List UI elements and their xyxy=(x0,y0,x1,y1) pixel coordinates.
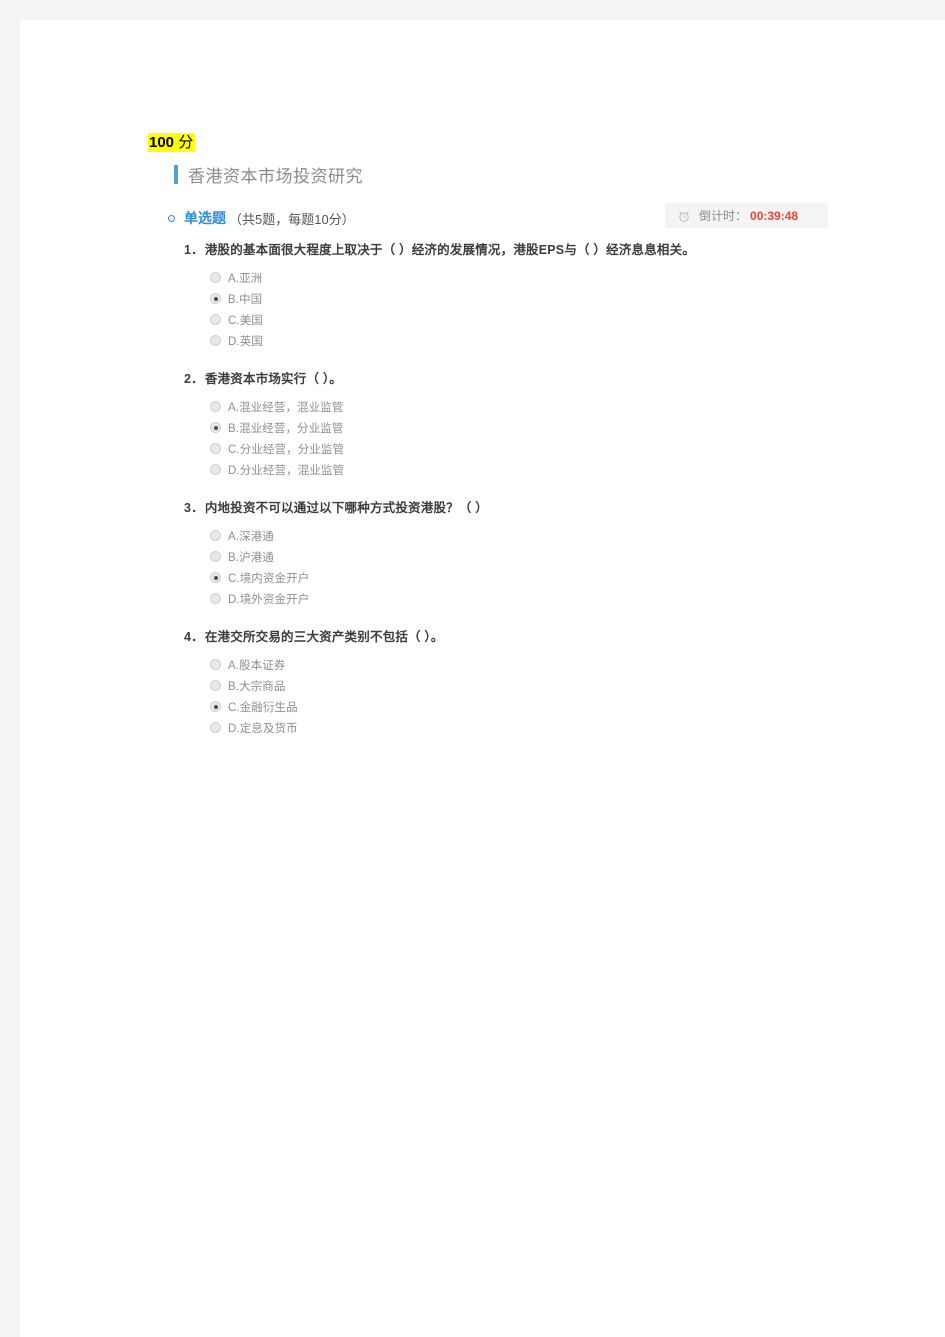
question-number: 3． xyxy=(184,501,204,515)
radio-button-icon[interactable] xyxy=(210,593,221,604)
circle-bullet-icon xyxy=(168,214,175,222)
option-row[interactable]: C.金融衍生品 xyxy=(210,696,884,717)
option-row[interactable]: B.沪港通 xyxy=(210,546,884,567)
radio-button-selected-icon[interactable] xyxy=(210,293,221,304)
option-label: C.美国 xyxy=(228,314,263,327)
page-title: 香港资本市场投资研究 xyxy=(174,161,363,187)
option-row[interactable]: A.股本证券 xyxy=(210,654,884,675)
option-group: A.深港通 B.沪港通 C.境内资金开户 D.境外资金开户 xyxy=(184,525,884,609)
radio-button-icon[interactable] xyxy=(210,443,221,454)
question-block: 3．内地投资不可以通过以下哪种方式投资港股？（ ） A.深港通 B.沪港通 C.境内资… xyxy=(184,499,884,609)
question-number: 4． xyxy=(184,630,204,644)
option-group: A.股本证券 B.大宗商品 C.金融衍生品 D.定息及货币 xyxy=(184,654,884,738)
timer-value: 00:39:48 xyxy=(750,208,799,223)
option-row[interactable]: C.分业经营，分业监管 xyxy=(210,438,884,459)
option-label: D.英国 xyxy=(228,335,263,348)
option-row[interactable]: C.美国 xyxy=(210,309,884,330)
section-meta: （共5题，每题10分） xyxy=(229,211,355,227)
option-row[interactable]: B.混业经营，分业监管 xyxy=(210,417,884,438)
option-label: B.混业经营，分业监管 xyxy=(228,422,344,435)
score-unit: 分 xyxy=(174,133,196,152)
option-label: D.境外资金开户 xyxy=(228,593,310,606)
radio-button-icon[interactable] xyxy=(210,722,221,733)
option-row[interactable]: B.中国 xyxy=(210,288,884,309)
option-label: C.分业经营，分业监管 xyxy=(228,443,345,456)
option-row[interactable]: D.分业经营，混业监管 xyxy=(210,459,884,480)
option-label: A.混业经营，混业监管 xyxy=(228,401,344,414)
question-text: 内地投资不可以通过以下哪种方式投资港股？（ ） xyxy=(204,501,488,515)
radio-button-selected-icon[interactable] xyxy=(210,701,221,712)
option-label: B.中国 xyxy=(228,293,263,306)
option-label: D.分业经营，混业监管 xyxy=(228,464,345,477)
option-label: C.境内资金开户 xyxy=(228,572,310,585)
question-text: 香港资本市场实行（ ）。 xyxy=(204,372,342,386)
radio-button-icon[interactable] xyxy=(210,401,221,412)
option-group: A.混业经营，混业监管 B.混业经营，分业监管 C.分业经营，分业监管 D.分业经营，… xyxy=(184,396,884,480)
question-number: 2． xyxy=(184,372,204,386)
option-label: A.股本证券 xyxy=(228,659,286,672)
option-label: A.亚洲 xyxy=(228,272,263,285)
question-text: 在港交所交易的三大资产类别不包括（ ）。 xyxy=(204,630,444,644)
radio-button-selected-icon[interactable] xyxy=(210,572,221,583)
radio-button-icon[interactable] xyxy=(210,272,221,283)
question-text: 港股的基本面很大程度上取决于（ ）经济的发展情况，港股EPS与（ ）经济息息相关… xyxy=(204,243,696,257)
question-title: 1．港股的基本面很大程度上取决于（ ）经济的发展情况，港股EPS与（ ）经济息息… xyxy=(184,241,884,260)
timer-label: 倒计时： xyxy=(699,209,748,223)
question-number: 1． xyxy=(184,243,204,257)
option-label: B.大宗商品 xyxy=(228,680,286,693)
radio-button-icon[interactable] xyxy=(210,530,221,541)
option-row[interactable]: B.大宗商品 xyxy=(210,675,884,696)
exam-page-sheet: 100 分 香港资本市场投资研究 单选题 （共5题，每题10分） 倒计时： 00… xyxy=(20,20,945,1337)
countdown-timer: 倒计时： 00:39:48 xyxy=(665,203,828,228)
option-group: A.亚洲 B.中国 C.美国 D.英国 xyxy=(184,267,884,351)
radio-button-icon[interactable] xyxy=(210,551,221,562)
title-accent-bar xyxy=(174,164,178,184)
question-title: 4．在港交所交易的三大资产类别不包括（ ）。 xyxy=(184,628,884,647)
option-label: C.金融衍生品 xyxy=(228,701,298,714)
radio-button-icon[interactable] xyxy=(210,314,221,325)
radio-button-icon[interactable] xyxy=(210,335,221,346)
alarm-clock-icon xyxy=(679,211,689,222)
paper-title-text: 香港资本市场投资研究 xyxy=(188,166,363,186)
radio-button-icon[interactable] xyxy=(210,680,221,691)
option-label: A.深港通 xyxy=(228,530,274,543)
section-title: 单选题 xyxy=(184,210,226,226)
score-value: 100 xyxy=(148,133,175,152)
question-block: 2．香港资本市场实行（ ）。 A.混业经营，混业监管 B.混业经营，分业监管 C.分业… xyxy=(184,370,884,480)
option-row[interactable]: A.深港通 xyxy=(210,525,884,546)
score-display: 100 分 xyxy=(148,133,196,153)
question-block: 1．港股的基本面很大程度上取决于（ ）经济的发展情况，港股EPS与（ ）经济息息… xyxy=(184,241,884,351)
radio-button-selected-icon[interactable] xyxy=(210,422,221,433)
option-row[interactable]: A.混业经营，混业监管 xyxy=(210,396,884,417)
radio-button-icon[interactable] xyxy=(210,659,221,670)
option-row[interactable]: A.亚洲 xyxy=(210,267,884,288)
question-title: 3．内地投资不可以通过以下哪种方式投资港股？（ ） xyxy=(184,499,884,518)
option-row[interactable]: D.英国 xyxy=(210,330,884,351)
option-label: D.定息及货币 xyxy=(228,722,298,735)
option-row[interactable]: D.境外资金开户 xyxy=(210,588,884,609)
option-label: B.沪港通 xyxy=(228,551,274,564)
question-block: 4．在港交所交易的三大资产类别不包括（ ）。 A.股本证券 B.大宗商品 C.金融衍生… xyxy=(184,628,884,738)
option-row[interactable]: D.定息及货币 xyxy=(210,717,884,738)
question-title: 2．香港资本市场实行（ ）。 xyxy=(184,370,884,389)
radio-button-icon[interactable] xyxy=(210,464,221,475)
option-row[interactable]: C.境内资金开户 xyxy=(210,567,884,588)
question-list: 1．港股的基本面很大程度上取决于（ ）经济的发展情况，港股EPS与（ ）经济息息… xyxy=(184,241,884,757)
